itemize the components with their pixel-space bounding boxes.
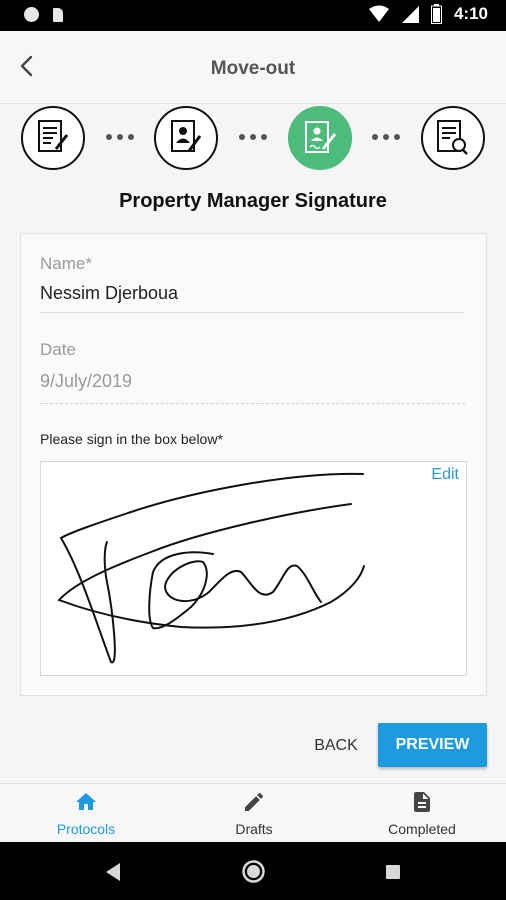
sd-card-icon [53,7,63,22]
name-underline [40,312,465,313]
name-label: Name* [40,254,92,273]
signal-icon [401,6,419,23]
nav-protocols-label: Protocols [56,821,116,837]
nav-protocols[interactable]: Protocols [2,784,170,843]
step-person-document-icon[interactable] [154,106,218,170]
notification-dot-icon [24,7,39,22]
app-bar: Move-out [0,31,506,104]
step-contract-edit-icon[interactable] [21,106,85,170]
step-indicator [0,104,506,176]
section-title: Property Manager Signature [119,190,387,212]
sign-hint: Please sign in the box below* [40,431,223,447]
status-bar: 4:10 [0,0,506,31]
document-icon [414,792,430,812]
system-back-icon[interactable] [104,862,122,882]
system-navigation-bar [0,842,506,900]
clock: 4:10 [453,4,488,23]
system-home-icon[interactable] [241,859,266,884]
step-document-review-icon[interactable] [421,106,485,170]
edit-signature-link[interactable]: Edit [431,466,459,484]
step-connector [372,134,400,140]
page-title: Move-out [210,58,296,79]
nav-completed[interactable]: Completed [338,784,506,843]
step-signature-document-icon[interactable] [288,106,352,170]
preview-button[interactable]: PREVIEW [378,723,487,767]
step-connector [106,134,134,140]
date-field: 9/July/2019 [40,371,133,391]
date-label: Date [40,340,76,359]
date-underline [40,403,465,404]
battery-icon [430,4,442,24]
pencil-icon [245,792,264,811]
signature-form-card: Name* Nessim Djerboua Date 9/July/2019 P… [20,233,487,696]
home-icon [76,793,96,810]
name-field[interactable]: Nessim Djerboua [40,283,178,304]
nav-completed-label: Completed [388,821,456,837]
wifi-icon [368,5,389,22]
signature-pad[interactable]: Edit [40,461,467,676]
signature-drawing [57,472,365,664]
back-button[interactable]: BACK [306,730,366,762]
system-recents-icon[interactable] [385,864,401,880]
step-connector [239,134,267,140]
nav-drafts[interactable]: Drafts [170,784,338,843]
bottom-navigation: Protocols Drafts Completed [0,783,506,843]
nav-drafts-label: Drafts [235,821,273,837]
